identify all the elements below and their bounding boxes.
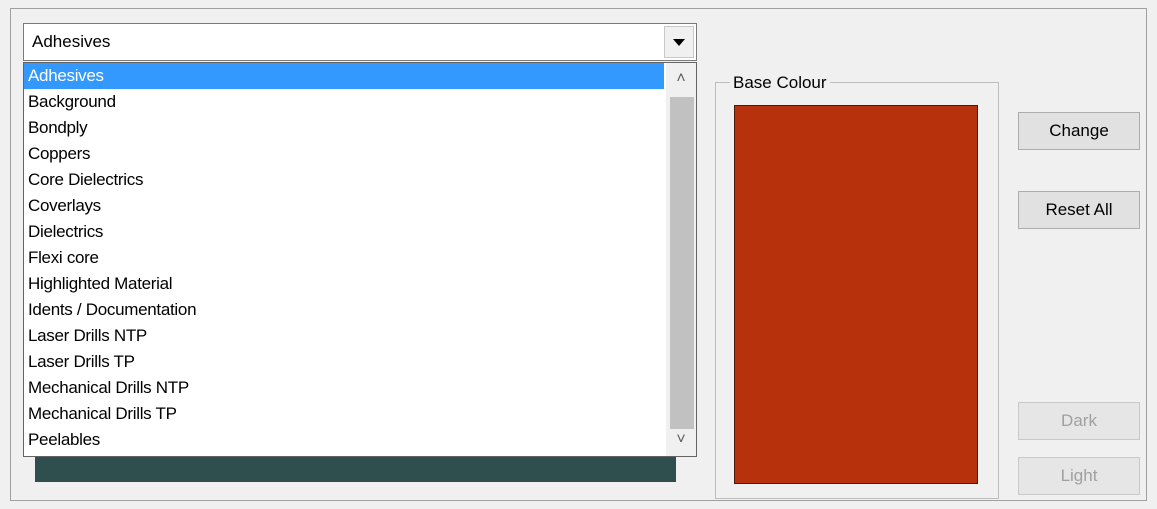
dropdown-list[interactable]: Adhesives Background Bondply Coppers Core Di… — [23, 62, 697, 457]
list-item[interactable]: Bondply — [24, 115, 664, 141]
layer-type-dropdown[interactable]: Adhesives — [23, 23, 697, 61]
scroll-down-icon[interactable]: ˅ — [666, 424, 696, 456]
base-colour-swatch — [734, 105, 978, 484]
list-item[interactable]: Laser Drills TP — [24, 349, 664, 375]
scroll-up-icon[interactable]: ˄ — [666, 63, 696, 95]
list-item[interactable]: Laser Drills NTP — [24, 323, 664, 349]
list-item[interactable]: Idents / Documentation — [24, 297, 664, 323]
scroll-thumb[interactable] — [670, 97, 694, 429]
list-item[interactable]: Highlighted Material — [24, 271, 664, 297]
dropdown-list-items: Adhesives Background Bondply Coppers Core Di… — [24, 63, 664, 453]
base-colour-label: Base Colour — [730, 72, 830, 94]
dark-button[interactable]: Dark — [1018, 402, 1140, 440]
list-item[interactable]: Background — [24, 89, 664, 115]
list-item[interactable]: Coverlays — [24, 193, 664, 219]
list-item[interactable]: Peelables — [24, 427, 664, 453]
list-item[interactable]: Adhesives — [24, 63, 664, 89]
list-item[interactable]: Mechanical Drills TP — [24, 401, 664, 427]
list-item[interactable]: Core Dielectrics — [24, 167, 664, 193]
list-scrollbar[interactable]: ˄ ˅ — [666, 63, 696, 456]
list-item[interactable]: Flexi core — [24, 245, 664, 271]
change-button[interactable]: Change — [1018, 112, 1140, 150]
chevron-down-icon — [673, 38, 685, 46]
reset-all-button[interactable]: Reset All — [1018, 191, 1140, 229]
list-item[interactable]: Mechanical Drills NTP — [24, 375, 664, 401]
light-button[interactable]: Light — [1018, 457, 1140, 495]
list-item[interactable]: Dielectrics — [24, 219, 664, 245]
dropdown-value: Adhesives — [32, 32, 111, 51]
dropdown-button[interactable] — [664, 26, 694, 58]
list-item[interactable]: Coppers — [24, 141, 664, 167]
